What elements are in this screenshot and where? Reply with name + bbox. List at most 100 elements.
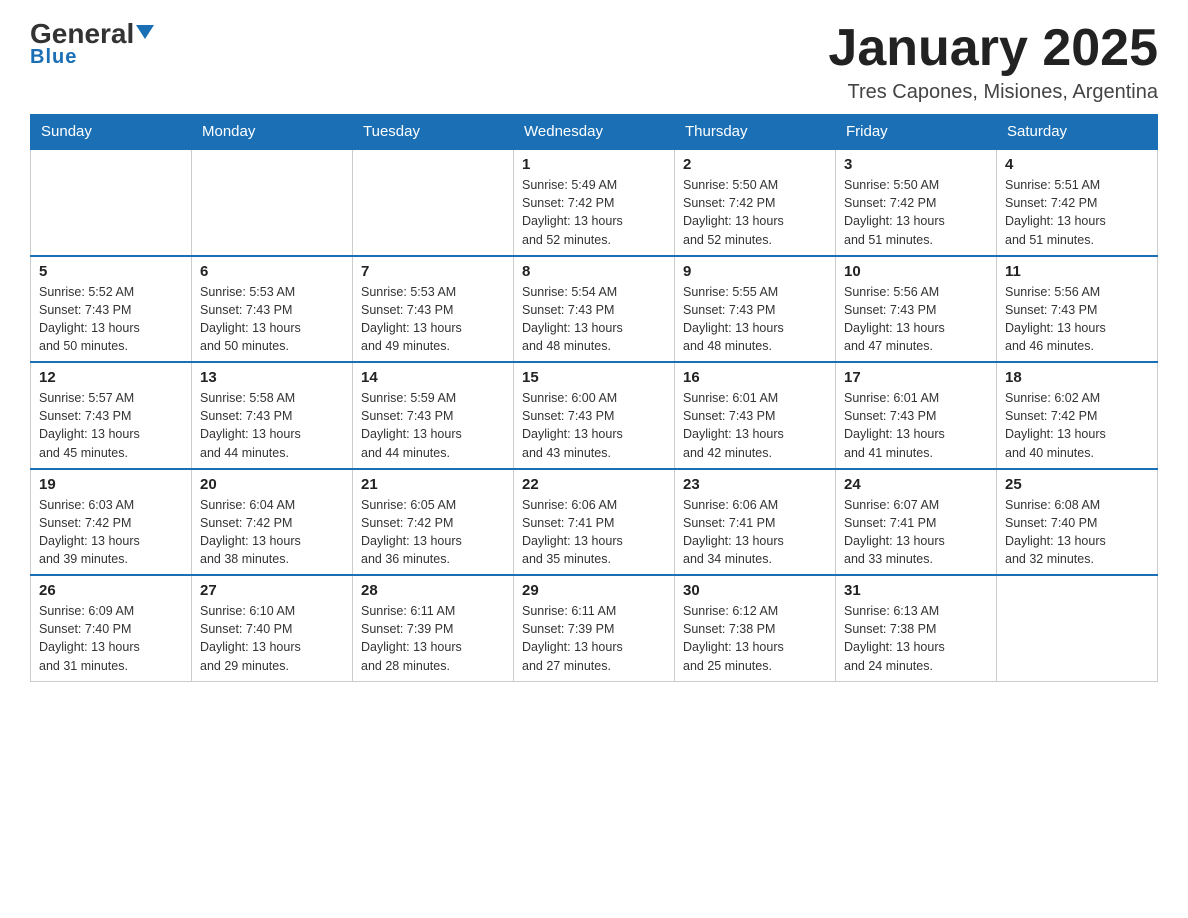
calendar-cell-w3-d5: 16 Sunrise: 6:01 AMSunset: 7:43 PMDayligh… xyxy=(675,362,836,469)
day-info: Sunrise: 6:01 AMSunset: 7:43 PMDaylight:… xyxy=(683,389,827,462)
day-info: Sunrise: 6:08 AMSunset: 7:40 PMDaylight:… xyxy=(1005,496,1149,569)
calendar-cell-w3-d6: 17 Sunrise: 6:01 AMSunset: 7:43 PMDayligh… xyxy=(836,362,997,469)
day-info: Sunrise: 5:51 AMSunset: 7:42 PMDaylight:… xyxy=(1005,176,1149,249)
calendar-cell-w5-d2: 27 Sunrise: 6:10 AMSunset: 7:40 PMDayligh… xyxy=(192,575,353,681)
day-number: 31 xyxy=(844,582,988,599)
day-number: 2 xyxy=(683,156,827,173)
day-number: 3 xyxy=(844,156,988,173)
calendar-cell-w4-d5: 23 Sunrise: 6:06 AMSunset: 7:41 PMDayligh… xyxy=(675,469,836,576)
day-number: 8 xyxy=(522,263,666,280)
calendar-cell-w5-d5: 30 Sunrise: 6:12 AMSunset: 7:38 PMDayligh… xyxy=(675,575,836,681)
calendar-cell-w3-d2: 13Sunrise: 5:58 AMSunset: 7:43 PMDayligh… xyxy=(192,362,353,469)
calendar-header-row: Sunday Monday Tuesday Wednesday Thursday… xyxy=(31,115,1158,150)
day-number: 15 xyxy=(522,369,666,386)
calendar-cell-w5-d1: 26Sunrise: 6:09 AMSunset: 7:40 PMDayligh… xyxy=(31,575,192,681)
day-info: Sunrise: 6:05 AMSunset: 7:42 PMDaylight:… xyxy=(361,496,505,569)
day-number: 18 xyxy=(1005,369,1149,386)
day-number: 29 xyxy=(522,582,666,599)
day-number: 19 xyxy=(39,476,183,493)
calendar-cell-w5-d4: 29 Sunrise: 6:11 AMSunset: 7:39 PMDayligh… xyxy=(514,575,675,681)
calendar-cell-w4-d6: 24 Sunrise: 6:07 AMSunset: 7:41 PMDayligh… xyxy=(836,469,997,576)
calendar-cell-w5-d7 xyxy=(997,575,1158,681)
calendar-cell-w1-d4: 1 Sunrise: 5:49 AMSunset: 7:42 PMDaylight… xyxy=(514,149,675,256)
col-header-thursday: Thursday xyxy=(675,115,836,150)
calendar-cell-w3-d3: 14Sunrise: 5:59 AMSunset: 7:43 PMDayligh… xyxy=(353,362,514,469)
day-info: Sunrise: 5:55 AMSunset: 7:43 PMDaylight:… xyxy=(683,283,827,356)
calendar-cell-w1-d5: 2 Sunrise: 5:50 AMSunset: 7:42 PMDaylight… xyxy=(675,149,836,256)
day-number: 6 xyxy=(200,263,344,280)
day-info: Sunrise: 5:50 AMSunset: 7:42 PMDaylight:… xyxy=(683,176,827,249)
day-info: Sunrise: 5:59 AMSunset: 7:43 PMDaylight:… xyxy=(361,389,505,462)
day-number: 28 xyxy=(361,582,505,599)
calendar-cell-w3-d4: 15 Sunrise: 6:00 AMSunset: 7:43 PMDayligh… xyxy=(514,362,675,469)
day-info: Sunrise: 6:09 AMSunset: 7:40 PMDaylight:… xyxy=(39,602,183,675)
day-info: Sunrise: 5:56 AMSunset: 7:43 PMDaylight:… xyxy=(1005,283,1149,356)
col-header-wednesday: Wednesday xyxy=(514,115,675,150)
calendar-cell-w4-d1: 19 Sunrise: 6:03 AMSunset: 7:42 PMDayligh… xyxy=(31,469,192,576)
day-info: Sunrise: 6:10 AMSunset: 7:40 PMDaylight:… xyxy=(200,602,344,675)
calendar-cell-w2-d6: 10Sunrise: 5:56 AMSunset: 7:43 PMDayligh… xyxy=(836,256,997,363)
logo: General Blue xyxy=(30,20,154,69)
day-number: 12 xyxy=(39,369,183,386)
calendar-cell-w1-d1 xyxy=(31,149,192,256)
day-info: Sunrise: 5:50 AMSunset: 7:42 PMDaylight:… xyxy=(844,176,988,249)
page-title: January 2025 xyxy=(828,20,1158,77)
day-info: Sunrise: 6:00 AMSunset: 7:43 PMDaylight:… xyxy=(522,389,666,462)
calendar-cell-w1-d2 xyxy=(192,149,353,256)
day-number: 20 xyxy=(200,476,344,493)
calendar-table: Sunday Monday Tuesday Wednesday Thursday… xyxy=(30,114,1158,682)
day-info: Sunrise: 6:13 AMSunset: 7:38 PMDaylight:… xyxy=(844,602,988,675)
day-info: Sunrise: 5:58 AMSunset: 7:43 PMDaylight:… xyxy=(200,389,344,462)
calendar-cell-w1-d7: 4Sunrise: 5:51 AMSunset: 7:42 PMDaylight… xyxy=(997,149,1158,256)
day-info: Sunrise: 5:52 AMSunset: 7:43 PMDaylight:… xyxy=(39,283,183,356)
day-info: Sunrise: 6:11 AMSunset: 7:39 PMDaylight:… xyxy=(522,602,666,675)
day-info: Sunrise: 5:57 AMSunset: 7:43 PMDaylight:… xyxy=(39,389,183,462)
day-info: Sunrise: 6:12 AMSunset: 7:38 PMDaylight:… xyxy=(683,602,827,675)
calendar-cell-w2-d1: 5 Sunrise: 5:52 AMSunset: 7:43 PMDaylight… xyxy=(31,256,192,363)
col-header-tuesday: Tuesday xyxy=(353,115,514,150)
day-number: 7 xyxy=(361,263,505,280)
day-number: 1 xyxy=(522,156,666,173)
logo-triangle-icon xyxy=(136,25,154,39)
calendar-cell-w2-d3: 7 Sunrise: 5:53 AMSunset: 7:43 PMDaylight… xyxy=(353,256,514,363)
day-number: 16 xyxy=(683,369,827,386)
day-number: 10 xyxy=(844,263,988,280)
day-number: 27 xyxy=(200,582,344,599)
calendar-cell-w4-d7: 25 Sunrise: 6:08 AMSunset: 7:40 PMDayligh… xyxy=(997,469,1158,576)
day-number: 5 xyxy=(39,263,183,280)
day-number: 9 xyxy=(683,263,827,280)
day-info: Sunrise: 6:03 AMSunset: 7:42 PMDaylight:… xyxy=(39,496,183,569)
logo-blue: Blue xyxy=(30,46,77,69)
day-number: 22 xyxy=(522,476,666,493)
col-header-monday: Monday xyxy=(192,115,353,150)
calendar-cell-w2-d4: 8Sunrise: 5:54 AMSunset: 7:43 PMDaylight… xyxy=(514,256,675,363)
week-row-4: 19 Sunrise: 6:03 AMSunset: 7:42 PMDayligh… xyxy=(31,469,1158,576)
day-info: Sunrise: 5:53 AMSunset: 7:43 PMDaylight:… xyxy=(361,283,505,356)
week-row-5: 26Sunrise: 6:09 AMSunset: 7:40 PMDayligh… xyxy=(31,575,1158,681)
day-number: 25 xyxy=(1005,476,1149,493)
logo-general: General xyxy=(30,20,154,48)
day-info: Sunrise: 5:53 AMSunset: 7:43 PMDaylight:… xyxy=(200,283,344,356)
col-header-sunday: Sunday xyxy=(31,115,192,150)
calendar-cell-w3-d7: 18 Sunrise: 6:02 AMSunset: 7:42 PMDayligh… xyxy=(997,362,1158,469)
day-number: 17 xyxy=(844,369,988,386)
day-info: Sunrise: 6:06 AMSunset: 7:41 PMDaylight:… xyxy=(683,496,827,569)
col-header-saturday: Saturday xyxy=(997,115,1158,150)
day-info: Sunrise: 6:07 AMSunset: 7:41 PMDaylight:… xyxy=(844,496,988,569)
day-number: 30 xyxy=(683,582,827,599)
calendar-cell-w3-d1: 12 Sunrise: 5:57 AMSunset: 7:43 PMDayligh… xyxy=(31,362,192,469)
day-info: Sunrise: 6:01 AMSunset: 7:43 PMDaylight:… xyxy=(844,389,988,462)
col-header-friday: Friday xyxy=(836,115,997,150)
calendar-cell-w2-d5: 9 Sunrise: 5:55 AMSunset: 7:43 PMDaylight… xyxy=(675,256,836,363)
day-info: Sunrise: 6:02 AMSunset: 7:42 PMDaylight:… xyxy=(1005,389,1149,462)
calendar-cell-w4-d3: 21 Sunrise: 6:05 AMSunset: 7:42 PMDayligh… xyxy=(353,469,514,576)
day-number: 23 xyxy=(683,476,827,493)
day-number: 11 xyxy=(1005,263,1149,280)
day-number: 21 xyxy=(361,476,505,493)
day-number: 24 xyxy=(844,476,988,493)
title-area: January 2025 Tres Capones, Misiones, Arg… xyxy=(828,20,1158,104)
week-row-1: 1 Sunrise: 5:49 AMSunset: 7:42 PMDaylight… xyxy=(31,149,1158,256)
day-info: Sunrise: 5:49 AMSunset: 7:42 PMDaylight:… xyxy=(522,176,666,249)
calendar-cell-w5-d3: 28Sunrise: 6:11 AMSunset: 7:39 PMDayligh… xyxy=(353,575,514,681)
calendar-cell-w5-d6: 31 Sunrise: 6:13 AMSunset: 7:38 PMDayligh… xyxy=(836,575,997,681)
